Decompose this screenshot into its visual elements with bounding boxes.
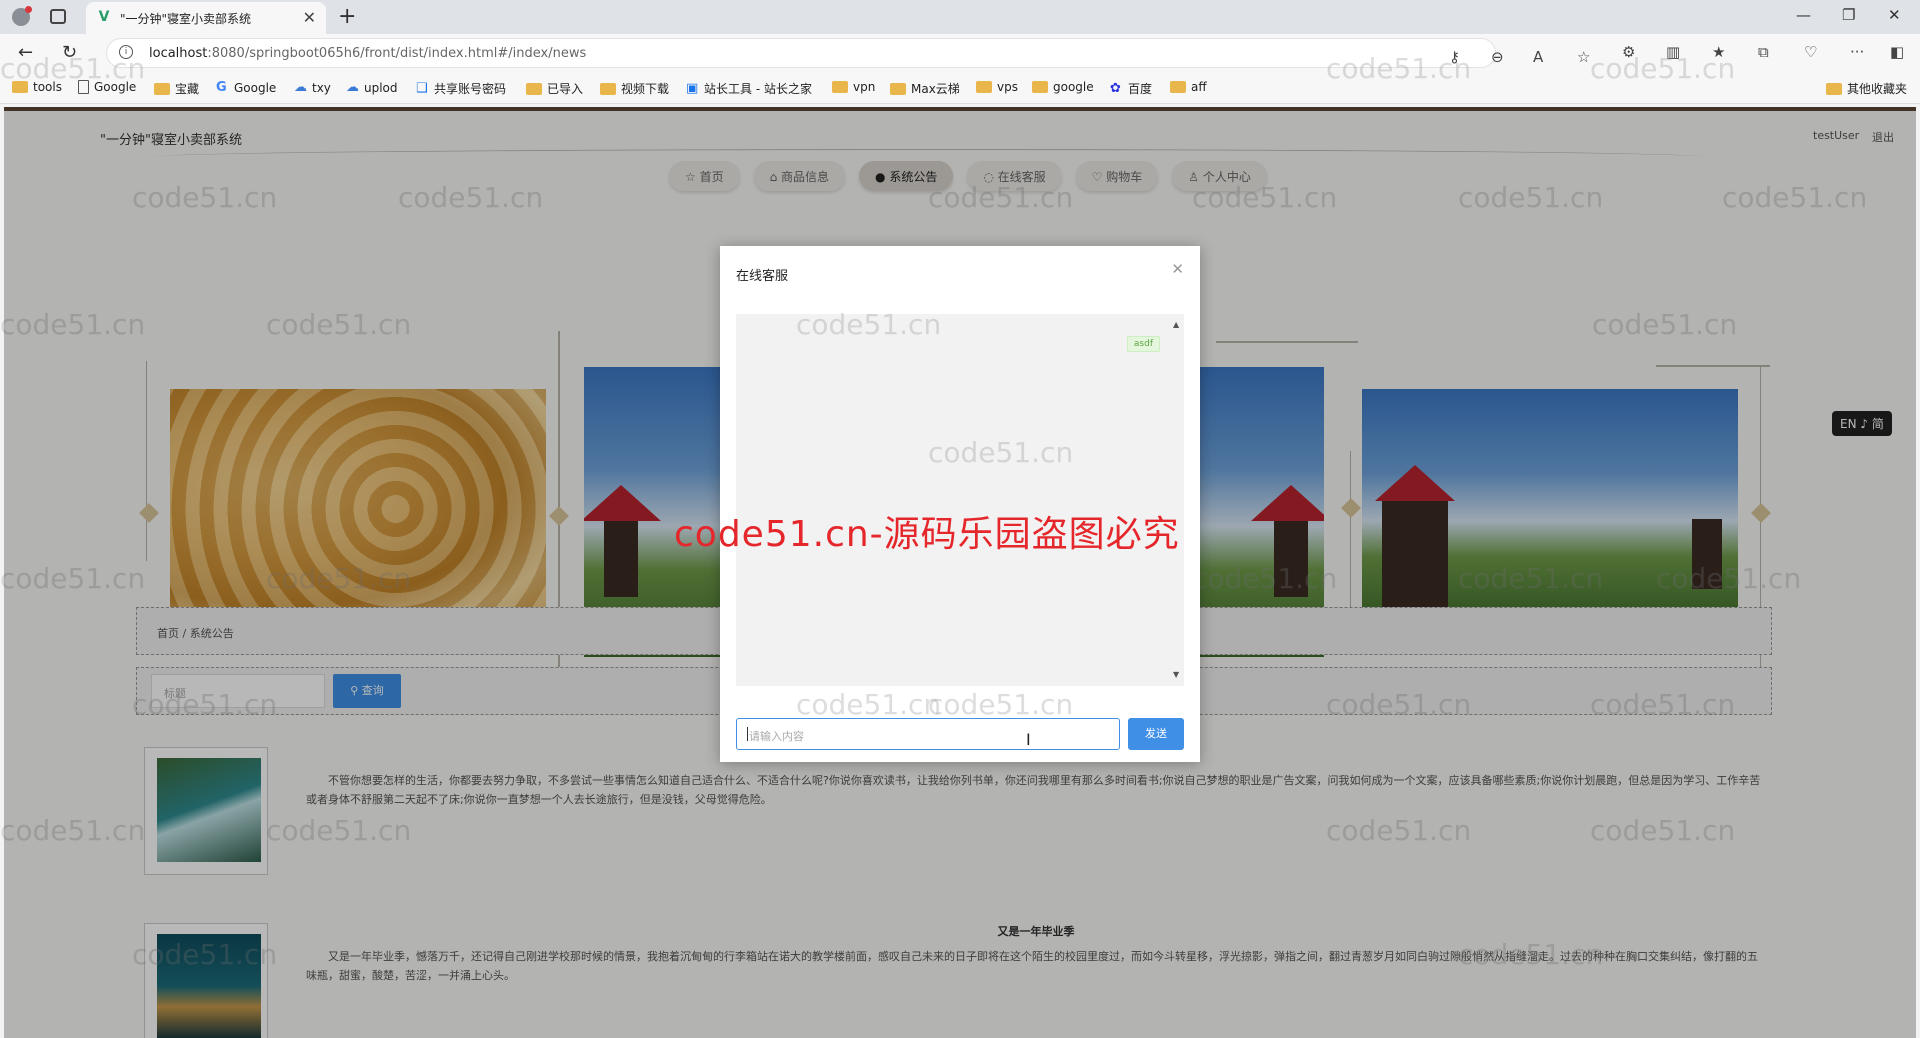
vue-logo-icon: V bbox=[98, 9, 110, 25]
page-icon bbox=[78, 80, 89, 94]
bookmark-label: aff bbox=[1191, 80, 1207, 94]
profile-icon[interactable] bbox=[12, 6, 32, 26]
send-button[interactable]: 发送 bbox=[1128, 718, 1184, 750]
browser-essentials-icon[interactable]: ♡ bbox=[1804, 43, 1817, 61]
chat-message-input[interactable]: 请输入内容 bbox=[736, 718, 1120, 750]
bookmark-vps[interactable]: vps bbox=[976, 80, 1018, 94]
close-window-button[interactable]: ✕ bbox=[1888, 6, 1901, 24]
folder-icon bbox=[1826, 82, 1842, 95]
folder-icon bbox=[1032, 81, 1048, 93]
folder-icon bbox=[600, 82, 616, 95]
cloud-icon: ☁ bbox=[294, 80, 307, 95]
baidu-icon: ✿ bbox=[1110, 81, 1121, 96]
url-host: localhost bbox=[149, 46, 208, 61]
sidebar-icon[interactable]: ◧ bbox=[1890, 43, 1904, 61]
scroll-up-icon[interactable]: ▲ bbox=[1173, 320, 1179, 329]
bookmark-google-folder[interactable]: google bbox=[1032, 80, 1094, 94]
bookmark-google-page[interactable]: Google bbox=[78, 80, 136, 94]
bookmark-other[interactable]: 其他收藏夹 bbox=[1826, 80, 1907, 97]
tab-actions-icon[interactable] bbox=[50, 9, 66, 24]
text-cursor-icon: I bbox=[1026, 730, 1031, 749]
bookmark-label: 共享账号密码 bbox=[434, 82, 507, 96]
close-icon[interactable]: ✕ bbox=[1171, 260, 1184, 278]
bookmark-label: 站长工具 - 站长之家 bbox=[704, 82, 812, 96]
bookmark-label: 其他收藏夹 bbox=[1847, 82, 1908, 96]
bookmark-label: 百度 bbox=[1128, 82, 1153, 96]
bookmark-label: Max云梯 bbox=[911, 82, 960, 96]
bookmark-txy[interactable]: ☁ txy bbox=[294, 80, 331, 95]
dialog-title: 在线客服 bbox=[736, 269, 789, 284]
copyright-stamp: code51.cn-源码乐园盗图必究 bbox=[674, 514, 1180, 555]
bookmark-label: vpn bbox=[853, 80, 876, 94]
site-icon: ▣ bbox=[686, 81, 699, 96]
bookmark-label: tools bbox=[33, 80, 62, 94]
zoom-out-icon[interactable]: ⊖ bbox=[1491, 48, 1504, 66]
bookmark-google[interactable]: G Google bbox=[216, 80, 276, 95]
title-bar: V "一分钟"寝室小卖部系统 ✕ + — ❐ ✕ bbox=[0, 0, 1920, 34]
url-text: localhost:8080/springboot065h6/front/dis… bbox=[149, 46, 586, 61]
url-field[interactable]: i localhost:8080/springboot065h6/front/d… bbox=[106, 38, 1590, 68]
bookmarks-bar: tools Google 宝藏 G Google ☁ txy ☁ uplod ❑ 共享账… bbox=[0, 72, 1920, 104]
bookmark-video-download[interactable]: 视频下载 bbox=[600, 80, 669, 97]
bookmark-label: uplod bbox=[364, 80, 398, 95]
back-icon[interactable]: ← bbox=[18, 42, 33, 63]
site-info-icon[interactable]: i bbox=[119, 45, 133, 59]
browser-tab[interactable]: V "一分钟"寝室小卖部系统 ✕ bbox=[86, 2, 326, 34]
bookmark-imported[interactable]: 已导入 bbox=[526, 80, 583, 97]
close-tab-icon[interactable]: ✕ bbox=[303, 8, 316, 27]
tab-title: "一分钟"寝室小卖部系统 bbox=[120, 12, 252, 26]
bookmark-uplod[interactable]: ☁ uplod bbox=[346, 80, 398, 95]
bookmark-label: Google bbox=[94, 80, 137, 94]
new-tab-button[interactable]: + bbox=[338, 4, 356, 29]
online-service-dialog: 在线客服 ✕ asdf ▲ ▼ 请输入内容 发送 bbox=[720, 246, 1200, 762]
bookmark-label: vps bbox=[997, 80, 1018, 94]
bookmark-max[interactable]: Max云梯 bbox=[890, 80, 960, 97]
favorites-icon[interactable]: ★ bbox=[1712, 43, 1725, 61]
folder-icon bbox=[890, 82, 906, 95]
address-bar: ← ↻ i localhost:8080/springboot065h6/fro… bbox=[0, 34, 1920, 72]
folder-icon bbox=[12, 81, 28, 93]
favorite-star-icon[interactable]: ☆ bbox=[1577, 48, 1590, 66]
folder-icon bbox=[526, 82, 542, 95]
bookmark-label: 已导入 bbox=[547, 82, 584, 96]
bookmark-treasure[interactable]: 宝藏 bbox=[154, 80, 199, 97]
folder-icon bbox=[154, 82, 170, 95]
bookmark-chinaz[interactable]: ▣ 站长工具 - 站长之家 bbox=[686, 80, 812, 97]
google-icon: G bbox=[216, 80, 227, 95]
extensions-icon[interactable]: ⚙ bbox=[1622, 43, 1635, 61]
read-aloud-icon[interactable]: A bbox=[1533, 48, 1543, 66]
folder-icon bbox=[832, 81, 848, 93]
chat-message: asdf bbox=[1126, 336, 1160, 352]
folder-icon bbox=[1170, 81, 1186, 93]
cloud-icon: ☁ bbox=[346, 80, 359, 95]
scroll-down-icon[interactable]: ▼ bbox=[1173, 670, 1179, 679]
bookmark-aff[interactable]: aff bbox=[1170, 80, 1207, 94]
collections-icon[interactable]: ⧉ bbox=[1758, 43, 1769, 61]
folder-icon bbox=[976, 81, 992, 93]
bookmark-label: txy bbox=[312, 80, 331, 95]
split-screen-icon[interactable]: ▥ bbox=[1666, 43, 1680, 61]
bookmark-label: google bbox=[1053, 80, 1094, 94]
chat-history[interactable]: asdf ▲ ▼ bbox=[736, 314, 1184, 686]
reload-icon[interactable]: ↻ bbox=[62, 42, 77, 63]
key-icon[interactable]: ⚷ bbox=[1449, 48, 1460, 66]
chat-scrollbar[interactable]: ▲ ▼ bbox=[1170, 314, 1184, 686]
bookmark-shared-accounts[interactable]: ❑ 共享账号密码 bbox=[416, 80, 506, 97]
bookmark-label: 视频下载 bbox=[621, 82, 670, 96]
bookmark-label: 宝藏 bbox=[175, 82, 200, 96]
bookmark-baidu[interactable]: ✿ 百度 bbox=[1110, 80, 1152, 97]
minimize-button[interactable]: — bbox=[1796, 6, 1811, 24]
more-icon[interactable]: ··· bbox=[1850, 43, 1864, 61]
restore-button[interactable]: ❐ bbox=[1842, 6, 1855, 24]
bookmark-vpn[interactable]: vpn bbox=[832, 80, 875, 94]
link-icon: ❑ bbox=[416, 81, 428, 96]
bookmark-tools[interactable]: tools bbox=[12, 80, 62, 94]
bookmark-label: Google bbox=[234, 80, 277, 95]
url-path: :8080/springboot065h6/front/dist/index.h… bbox=[207, 46, 587, 61]
